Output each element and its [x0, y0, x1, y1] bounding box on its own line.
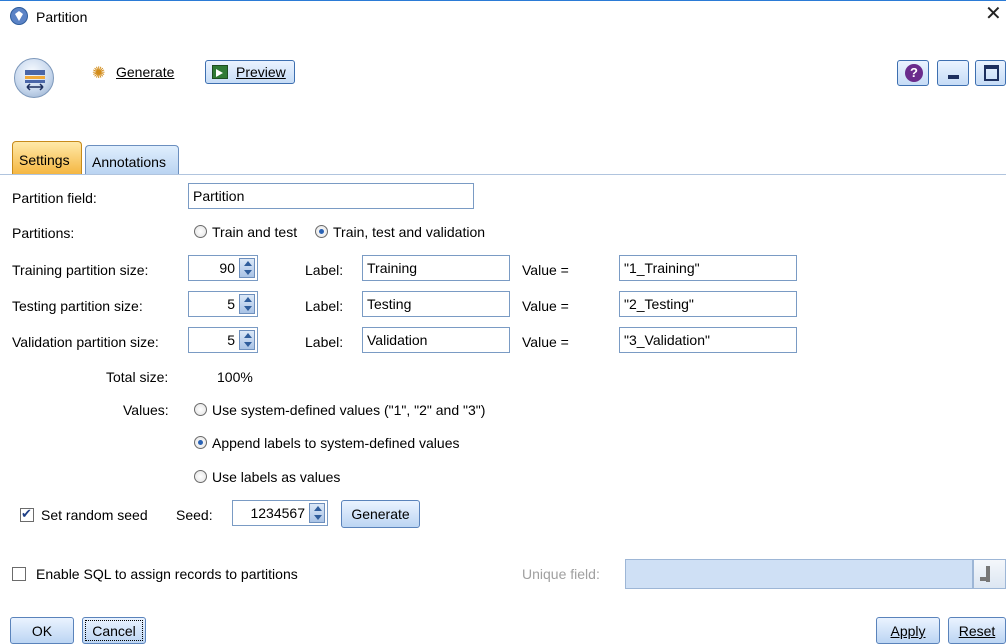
- ok-button[interactable]: OK: [10, 617, 74, 644]
- training-size-value: 90: [219, 260, 235, 276]
- tab-settings[interactable]: Settings: [12, 141, 82, 175]
- preview-label: Preview: [236, 64, 286, 80]
- radio-append-labels-label: Append labels to system-defined values: [212, 435, 460, 451]
- generate-seed-button[interactable]: Generate: [341, 500, 420, 528]
- partition-node-icon: [10, 7, 28, 25]
- testing-value-input[interactable]: "2_Testing": [619, 291, 797, 317]
- preview-icon: [212, 65, 228, 79]
- testing-size-label: Testing partition size:: [12, 298, 143, 314]
- preview-button[interactable]: Preview: [205, 60, 295, 84]
- validation-label-input[interactable]: Validation: [362, 327, 510, 353]
- total-size-label: Total size:: [106, 369, 169, 385]
- seed-value: 1234567: [250, 505, 305, 521]
- radio-system-defined[interactable]: [194, 403, 207, 416]
- testing-label-input[interactable]: Testing: [362, 291, 510, 317]
- generate-label: Generate: [116, 64, 175, 80]
- radio-train-test-validation-label: Train, test and validation: [333, 224, 486, 240]
- spinner-arrows-icon[interactable]: [239, 258, 255, 278]
- help-icon: ?: [905, 64, 923, 82]
- validation-size-stepper[interactable]: 5: [188, 327, 258, 353]
- training-size-label: Training partition size:: [12, 262, 149, 278]
- tab-annotations[interactable]: Annotations: [85, 145, 179, 175]
- radio-append-labels[interactable]: [194, 436, 207, 449]
- close-icon[interactable]: ✕: [985, 4, 1002, 24]
- validation-label-prefix: Label:: [305, 334, 344, 350]
- unique-field-label: Unique field:: [522, 566, 600, 582]
- spinner-arrows-icon[interactable]: [239, 294, 255, 314]
- enable-sql-label: Enable SQL to assign records to partitio…: [36, 566, 298, 582]
- testing-size-value: 5: [227, 296, 235, 312]
- values-label: Values:: [123, 402, 169, 418]
- minimize-icon: [948, 75, 959, 79]
- seed-label: Seed:: [176, 507, 213, 523]
- generate-icon: ✺: [92, 65, 106, 82]
- maximize-button[interactable]: [975, 60, 1006, 86]
- help-button[interactable]: ?: [897, 60, 929, 86]
- reset-button[interactable]: Reset: [948, 617, 1006, 644]
- validation-size-value: 5: [227, 332, 235, 348]
- training-label-prefix: Label:: [305, 262, 344, 278]
- training-value-prefix: Value =: [522, 262, 569, 278]
- radio-labels-as-values[interactable]: [194, 470, 207, 483]
- testing-value-prefix: Value =: [522, 298, 569, 314]
- field-picker-button: [973, 559, 1006, 589]
- partition-field-label: Partition field:: [12, 190, 97, 206]
- validation-value-input[interactable]: "3_Validation": [619, 327, 797, 353]
- total-size-value: 100%: [217, 369, 253, 385]
- minimize-button[interactable]: [937, 60, 969, 86]
- cancel-button[interactable]: Cancel: [82, 617, 146, 644]
- apply-button[interactable]: Apply: [876, 617, 940, 644]
- seed-stepper[interactable]: 1234567: [232, 500, 328, 526]
- node-type-icon: [14, 58, 54, 98]
- maximize-icon: [984, 65, 999, 81]
- random-seed-checkbox[interactable]: [20, 506, 34, 522]
- tab-divider: [0, 174, 1006, 175]
- radio-train-test-validation[interactable]: [315, 225, 328, 238]
- unique-field-input: [625, 559, 973, 589]
- enable-sql-checkbox[interactable]: [12, 567, 26, 581]
- random-seed-label: Set random seed: [41, 507, 148, 523]
- training-size-stepper[interactable]: 90: [188, 255, 258, 281]
- partitions-label: Partitions:: [12, 225, 75, 241]
- validation-size-label: Validation partition size:: [12, 334, 159, 350]
- radio-train-and-test[interactable]: [194, 225, 207, 238]
- radio-system-defined-label: Use system-defined values ("1", "2" and …: [212, 402, 486, 418]
- testing-label-prefix: Label:: [305, 298, 344, 314]
- radio-labels-as-values-label: Use labels as values: [212, 469, 341, 485]
- radio-train-and-test-label: Train and test: [212, 224, 298, 240]
- partition-field-input[interactable]: Partition: [188, 183, 474, 209]
- testing-size-stepper[interactable]: 5: [188, 291, 258, 317]
- title-bar: Partition ✕: [0, 0, 1006, 32]
- spinner-arrows-icon[interactable]: [239, 330, 255, 350]
- training-label-input[interactable]: Training: [362, 255, 510, 281]
- training-value-input[interactable]: "1_Training": [619, 255, 797, 281]
- window-title: Partition: [36, 9, 88, 25]
- spinner-arrows-icon[interactable]: [309, 503, 325, 523]
- field-picker-icon-base: [980, 577, 988, 581]
- validation-value-prefix: Value =: [522, 334, 569, 350]
